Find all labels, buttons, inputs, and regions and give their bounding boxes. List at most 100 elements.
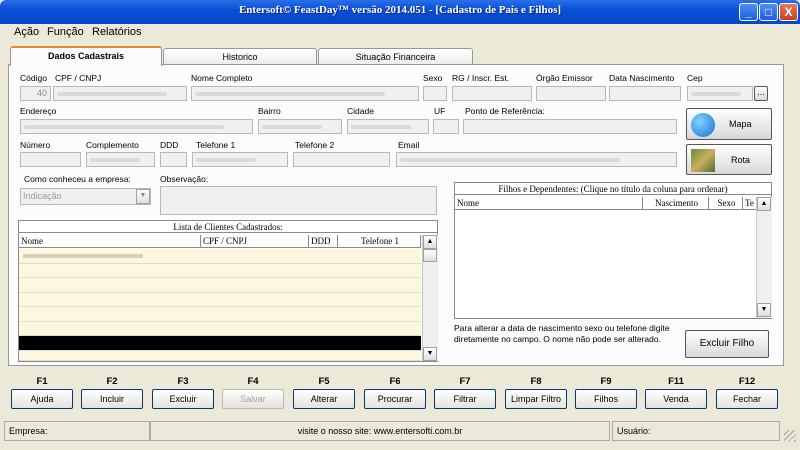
- complemento-field[interactable]: [86, 152, 155, 167]
- menu-acao[interactable]: Ação: [14, 26, 39, 38]
- fkey-button-alterar[interactable]: Alterar: [293, 389, 355, 409]
- status-site: visite o nosso site: www.entersofti.com.…: [150, 421, 610, 441]
- resize-grip[interactable]: [784, 430, 796, 442]
- label-codigo: Código: [20, 73, 47, 83]
- label-cpf: CPF / CNPJ: [55, 73, 102, 83]
- scroll-up-icon[interactable]: ▲: [757, 197, 771, 211]
- col-filho-sexo[interactable]: Sexo: [709, 197, 743, 210]
- excluir-filho-button[interactable]: Excluir Filho: [685, 330, 769, 358]
- mapa-button[interactable]: Mapa: [686, 108, 772, 140]
- mapa-label: Mapa: [729, 119, 752, 129]
- cpf-field[interactable]: [53, 86, 187, 101]
- ddd-field[interactable]: [160, 152, 187, 167]
- fkey-button-filhos[interactable]: Filhos: [575, 389, 637, 409]
- fkey-label-f1: F1: [36, 376, 48, 387]
- table-row[interactable]: [19, 263, 421, 278]
- label-endereco: Endereço: [20, 106, 57, 116]
- minimize-button[interactable]: _: [739, 3, 758, 21]
- fkey-label-f3: F3: [177, 376, 189, 387]
- close-button[interactable]: X: [779, 3, 798, 21]
- fkey-button-venda[interactable]: Venda: [645, 389, 707, 409]
- label-telefone1: Telefone 1: [196, 140, 236, 150]
- col-cpf[interactable]: CPF / CNPJ: [201, 235, 309, 248]
- cep-field[interactable]: [687, 86, 753, 101]
- label-telefone2: Telefone 2: [295, 140, 335, 150]
- clientes-list-title: Lista de Clientes Cadastrados:: [19, 221, 437, 233]
- filhos-scrollbar[interactable]: ▲ ▼: [756, 197, 772, 318]
- label-observacao: Observação:: [160, 174, 209, 184]
- label-uf: UF: [434, 106, 446, 116]
- bairro-field[interactable]: [258, 119, 342, 134]
- label-bairro: Bairro: [258, 106, 281, 116]
- tab-situacao-financeira[interactable]: Situação Financeira: [318, 48, 473, 65]
- rota-button[interactable]: Rota: [686, 144, 772, 175]
- fkey-label-f9: F9: [600, 376, 612, 387]
- tab-dados-cadastrais[interactable]: Dados Cadastrais: [10, 46, 162, 66]
- menu-relatorios[interactable]: Relatórios: [92, 26, 142, 38]
- cidade-field[interactable]: [347, 119, 429, 134]
- fkey-button-salvar[interactable]: Salvar: [222, 389, 284, 409]
- menu-funcao[interactable]: Função: [47, 26, 84, 38]
- endereco-field[interactable]: [20, 119, 253, 134]
- fkey-label-f11: F11: [668, 376, 684, 387]
- maximize-button[interactable]: □: [759, 3, 778, 21]
- col-filho-telefone[interactable]: Te: [743, 197, 757, 210]
- orgao-field[interactable]: [536, 86, 606, 101]
- label-ddd: DDD: [160, 140, 179, 150]
- como-conheceu-select[interactable]: Indicação: [20, 188, 151, 205]
- fkey-button-ajuda[interactable]: Ajuda: [11, 389, 73, 409]
- label-sexo: Sexo: [423, 73, 443, 83]
- observacao-field[interactable]: [160, 186, 437, 215]
- telefone1-field[interactable]: [192, 152, 288, 167]
- col-filho-nascimento[interactable]: Nascimento: [643, 197, 709, 210]
- fkey-label-f4: F4: [247, 376, 259, 387]
- road-icon: [691, 149, 715, 172]
- table-row[interactable]: [19, 307, 421, 322]
- fkey-button-incluir[interactable]: Incluir: [81, 389, 143, 409]
- col-telefone1[interactable]: Telefone 1: [338, 235, 421, 248]
- telefone2-field[interactable]: [293, 152, 390, 167]
- tab-historico[interactable]: Historico: [163, 48, 317, 65]
- codigo-field[interactable]: 40: [20, 86, 51, 101]
- numero-field[interactable]: [20, 152, 81, 167]
- sexo-field[interactable]: [423, 86, 447, 101]
- uf-field[interactable]: [433, 119, 459, 134]
- fkey-button-procurar[interactable]: Procurar: [364, 389, 426, 409]
- label-cep: Cep: [687, 73, 703, 83]
- col-filho-nome[interactable]: Nome: [455, 197, 643, 210]
- table-row[interactable]: [19, 321, 421, 336]
- table-row[interactable]: [19, 292, 421, 307]
- nascimento-field[interactable]: [609, 86, 681, 101]
- fkey-button-fechar[interactable]: Fechar: [716, 389, 778, 409]
- email-field[interactable]: [396, 152, 677, 167]
- chevron-down-icon[interactable]: ▼: [136, 189, 150, 204]
- fkey-button-limpar-filtro[interactable]: Limpar Filtro: [505, 389, 567, 409]
- scroll-down-icon[interactable]: ▼: [757, 303, 771, 317]
- scroll-thumb[interactable]: [423, 249, 437, 262]
- scroll-up-icon[interactable]: ▲: [423, 235, 437, 249]
- table-row[interactable]: [19, 278, 421, 293]
- cep-search-button[interactable]: ...: [754, 86, 768, 101]
- col-ddd[interactable]: DDD: [309, 235, 338, 248]
- status-empresa: Empresa:: [4, 421, 150, 441]
- referencia-field[interactable]: [463, 119, 677, 134]
- label-numero: Número: [20, 140, 51, 150]
- table-row[interactable]: [19, 249, 421, 264]
- nome-field[interactable]: [191, 86, 419, 101]
- col-nome[interactable]: Nome: [19, 235, 201, 248]
- fkey-button-filtrar[interactable]: Filtrar: [434, 389, 496, 409]
- scroll-down-icon[interactable]: ▼: [423, 347, 437, 361]
- window-title: Entersoft© FeastDay™ versão 2014.051 - […: [238, 4, 562, 16]
- fkey-button-excluir[interactable]: Excluir: [152, 389, 214, 409]
- fkey-label-f2: F2: [106, 376, 118, 387]
- table-row-selected[interactable]: [19, 336, 421, 351]
- filhos-list-title: Filhos e Dependentes: (Clique no título …: [455, 183, 771, 195]
- label-referencia: Ponto de Referência:: [465, 106, 545, 116]
- label-orgao: Órgão Emissor: [536, 73, 593, 83]
- label-complemento: Complemento: [86, 140, 139, 150]
- clientes-list: Lista de Clientes Cadastrados: Nome CPF …: [18, 220, 438, 362]
- clientes-scrollbar[interactable]: ▲ ▼: [422, 235, 438, 361]
- rg-field[interactable]: [452, 86, 532, 101]
- label-email: Email: [398, 140, 420, 150]
- table-row[interactable]: [19, 350, 421, 361]
